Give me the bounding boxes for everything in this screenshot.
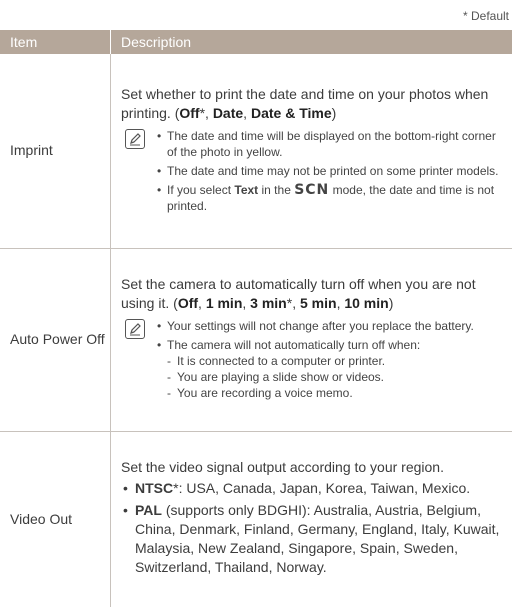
item-imprint: Imprint <box>0 54 111 249</box>
header-item: Item <box>0 30 111 54</box>
header-description: Description <box>110 30 512 54</box>
sub-list-item: You are playing a slide show or videos. <box>167 369 474 385</box>
desc-imprint: Set whether to print the date and time o… <box>110 54 512 249</box>
default-note: * Default <box>462 9 509 23</box>
table-row: Video Out Set the video signal output ac… <box>0 431 512 607</box>
note-block: Your settings will not change after you … <box>121 318 506 404</box>
desc-auto-power-off-text: Set the camera to automatically turn off… <box>121 276 476 311</box>
desc-imprint-text: Set whether to print the date and time o… <box>121 85 489 121</box>
sub-list-item: You are recording a voice memo. <box>167 385 474 401</box>
table-row: Auto Power Off Set the camera to automat… <box>0 248 512 432</box>
sub-list: It is connected to a computer or printer… <box>167 353 474 401</box>
list-item: The date and time may not be printed on … <box>155 163 506 179</box>
note-icon <box>125 319 145 339</box>
item-video-out: Video Out <box>0 431 111 607</box>
table-header: Item Description <box>0 30 512 54</box>
desc-auto-power-off: Set the camera to automatically turn off… <box>110 248 512 432</box>
list-item: If you select Text in the SCN mode, the … <box>155 182 506 214</box>
note-list: The date and time will be displayed on t… <box>155 128 506 217</box>
note-icon <box>125 128 145 149</box>
list-item: PAL (supports only BDGHI): Australia, Au… <box>121 501 506 577</box>
sub-list-item: It is connected to a computer or printer… <box>167 353 474 369</box>
item-auto-power-off: Auto Power Off <box>0 248 111 432</box>
settings-table: Item Description Imprint Set whether to … <box>0 30 512 607</box>
desc-video-out-text: Set the video signal output according to… <box>121 459 444 476</box>
list-item: Your settings will not change after you … <box>155 318 474 334</box>
list-item: The camera will not automatically turn o… <box>155 337 474 401</box>
table-row: Imprint Set whether to print the date an… <box>0 54 512 249</box>
region-list: NTSC*: USA, Canada, Japan, Korea, Taiwan… <box>121 479 506 577</box>
note-list: Your settings will not change after you … <box>155 318 474 404</box>
list-item: NTSC*: USA, Canada, Japan, Korea, Taiwan… <box>121 479 506 498</box>
desc-video-out: Set the video signal output according to… <box>111 431 513 607</box>
list-item: The date and time will be displayed on t… <box>155 128 506 160</box>
scn-mode-label: SCN <box>294 181 330 198</box>
note-block: The date and time will be displayed on t… <box>121 128 506 217</box>
